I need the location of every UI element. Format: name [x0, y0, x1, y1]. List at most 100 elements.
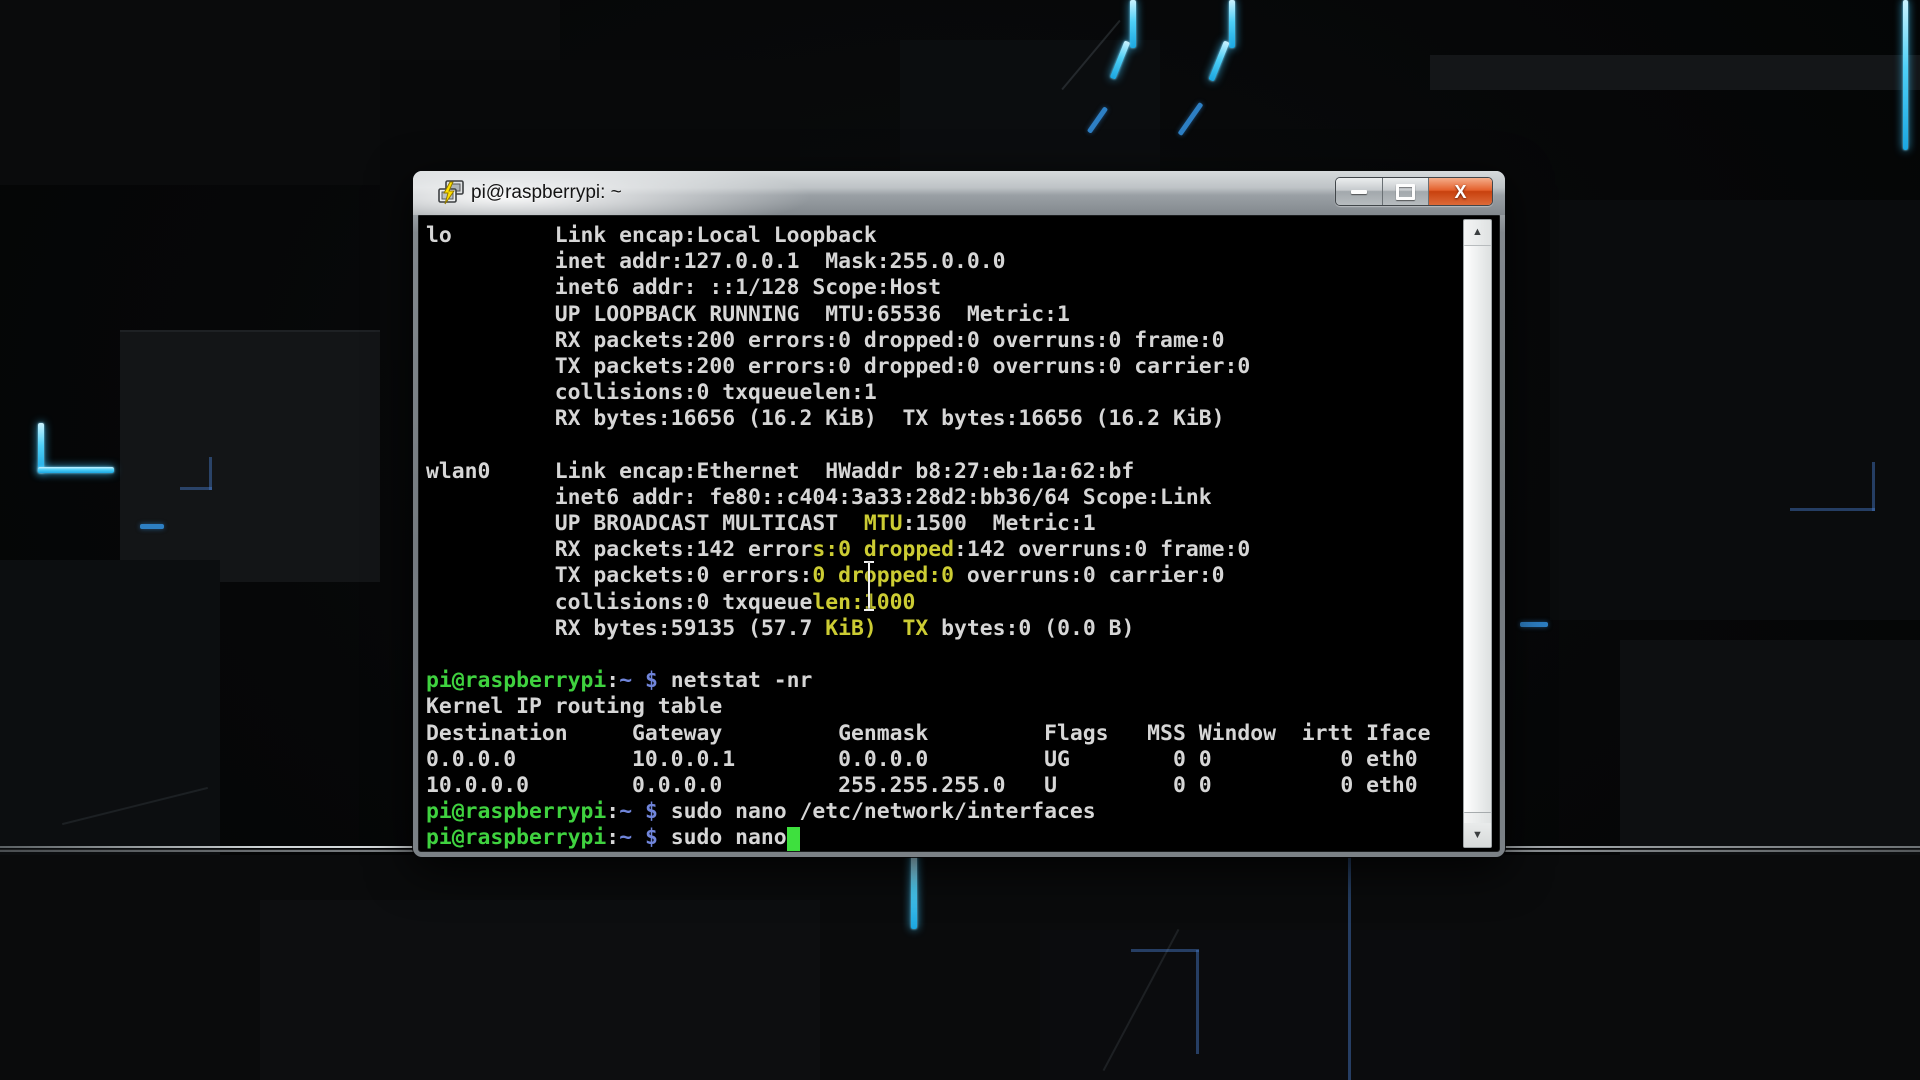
terminal-text-segment: UP LOOPBACK RUNNING MTU:65536 Metric:1: [426, 302, 1070, 327]
terminal-text-segment: :: [606, 668, 619, 693]
close-icon: X: [1454, 183, 1466, 201]
scroll-down-button[interactable]: ▼: [1464, 823, 1491, 847]
terminal-text-segment: Destination Gateway Genmask Flags MSS Wi…: [426, 721, 1431, 746]
terminal-text-segment: inet6 addr: ::1/128 Scope:Host: [426, 275, 941, 300]
bg-panel: [1040, 930, 1460, 1080]
bg-cyan-line: [1130, 0, 1136, 48]
terminal-text-segment: 0 dropped:0: [812, 563, 954, 588]
terminal-line: pi@raspberrypi:~ $ sudo nano: [426, 825, 1459, 851]
window-title-bar[interactable]: pi@raspberrypi: ~ X: [413, 171, 1505, 215]
terminal-line: Destination Gateway Genmask Flags MSS Wi…: [426, 721, 1459, 747]
bg-cyan-bracket: [38, 467, 114, 473]
terminal-line: pi@raspberrypi:~ $ netstat -nr: [426, 668, 1459, 694]
terminal-text-segment: TX packets:200 errors:0 dropped:0 overru…: [426, 354, 1250, 379]
bg-cyan-line: [911, 853, 917, 929]
scroll-up-button[interactable]: ▲: [1464, 220, 1491, 244]
bg-panel: [1430, 55, 1920, 90]
terminal-text-segment: sudo nano: [658, 825, 787, 850]
terminal-line: collisions:0 txqueuelen:1000: [426, 590, 1459, 616]
terminal-text-segment: MTU: [864, 511, 903, 536]
terminal-text-segment: sudo nano /etc/network/interfaces: [658, 799, 1096, 824]
terminal-line: [426, 433, 1459, 459]
bg-cyan-bracket: [38, 423, 44, 473]
bg-cyan-line: [1229, 0, 1235, 48]
bg-cyan-line: [1208, 40, 1229, 81]
terminal-cursor: [787, 827, 800, 852]
close-button[interactable]: X: [1429, 178, 1492, 205]
bg-blue-corner: [180, 487, 212, 490]
terminal-line: inet addr:127.0.0.1 Mask:255.0.0.0: [426, 249, 1459, 275]
terminal-text-segment: pi@raspberrypi: [426, 799, 606, 824]
terminal-text-segment: netstat -nr: [658, 668, 813, 693]
bg-panel: [1550, 200, 1920, 620]
terminal-line: RX bytes:16656 (16.2 KiB) TX bytes:16656…: [426, 406, 1459, 432]
maximize-button[interactable]: [1383, 178, 1429, 205]
terminal-text-segment: ~ $: [619, 668, 658, 693]
terminal-line: 0.0.0.0 10.0.0.1 0.0.0.0 UG 0 0 0 eth0: [426, 747, 1459, 773]
bg-panel: [0, 560, 220, 860]
bg-cyan-dash: [140, 524, 164, 529]
terminal-text-segment: ~ $: [619, 799, 658, 824]
terminal-line: collisions:0 txqueuelen:1: [426, 380, 1459, 406]
bg-panel: [120, 330, 380, 582]
terminal-text-segment: lo Link encap:Local Loopback: [426, 223, 877, 248]
terminal-text-segment: RX bytes:59135 (57.7: [426, 616, 825, 641]
minimize-button[interactable]: [1336, 178, 1383, 205]
terminal-text-segment: collisions:0 txqueuelen:1: [426, 380, 877, 405]
terminal-text-segment: TX packets:0 errors:: [426, 563, 812, 588]
terminal-line: [426, 642, 1459, 668]
terminal-text-segment: RX packets:142 error: [426, 537, 812, 562]
bg-cyan-dash: [1178, 102, 1204, 136]
terminal-text-segment: len:1000: [812, 590, 915, 615]
terminal-text-segment: [877, 616, 903, 641]
bg-blue-corner: [1790, 508, 1875, 511]
terminal-line: RX bytes:59135 (57.7 KiB) TX bytes:0 (0.…: [426, 616, 1459, 642]
terminal-text-segment: collisions:0 txqueue: [426, 590, 812, 615]
bg-blue-corner: [1196, 950, 1199, 1054]
terminal-scrollbar[interactable]: ▲ ▼: [1463, 219, 1492, 848]
terminal-screen[interactable]: lo Link encap:Local Loopback inet addr:1…: [418, 215, 1500, 852]
terminal-line: UP LOOPBACK RUNNING MTU:65536 Metric:1: [426, 302, 1459, 328]
terminal-text-segment: s:0 dropped: [812, 537, 954, 562]
terminal-line: Kernel IP routing table: [426, 694, 1459, 720]
terminal-line: RX packets:200 errors:0 dropped:0 overru…: [426, 328, 1459, 354]
terminal-text-segment: RX bytes:16656 (16.2 KiB) TX bytes:16656…: [426, 406, 1224, 431]
bg-blue-corner: [1872, 462, 1875, 511]
terminal-line: TX packets:0 errors:0 dropped:0 overruns…: [426, 563, 1459, 589]
scrollbar-thumb[interactable]: [1464, 245, 1491, 813]
terminal-text-segment: overruns:0 carrier:0: [954, 563, 1224, 588]
bg-blue-line: [1348, 853, 1351, 1080]
bg-cyan-line: [1903, 0, 1908, 150]
terminal-text-segment: KiB): [825, 616, 877, 641]
terminal-text-segment: :1500 Metric:1: [903, 511, 1096, 536]
maximize-icon: [1396, 184, 1415, 200]
terminal-text-segment: RX packets:200 errors:0 dropped:0 overru…: [426, 328, 1224, 353]
terminal-text-segment: :: [606, 825, 619, 850]
terminal-output: lo Link encap:Local Loopback inet addr:1…: [426, 223, 1459, 852]
terminal-text-segment: ~ $: [619, 825, 658, 850]
terminal-line: inet6 addr: fe80::c404:3a33:28d2:bb36/64…: [426, 485, 1459, 511]
bg-blue-corner: [209, 457, 212, 490]
terminal-text-segment: inet6 addr: fe80::c404:3a33:28d2:bb36/64…: [426, 485, 1212, 510]
terminal-text-segment: UP BROADCAST MULTICAST: [426, 511, 864, 536]
terminal-text-segment: :: [606, 799, 619, 824]
terminal-text-segment: 10.0.0.0 0.0.0.0 255.255.255.0 U 0 0 0 e…: [426, 773, 1418, 798]
terminal-line: RX packets:142 errors:0 dropped:142 over…: [426, 537, 1459, 563]
terminal-text-segment: pi@raspberrypi: [426, 668, 606, 693]
terminal-text-segment: bytes:0 (0.0 B): [928, 616, 1134, 641]
terminal-text-segment: TX: [903, 616, 929, 641]
terminal-text-segment: inet addr:127.0.0.1 Mask:255.0.0.0: [426, 249, 1006, 274]
terminal-line: pi@raspberrypi:~ $ sudo nano /etc/networ…: [426, 799, 1459, 825]
window-controls: X: [1335, 177, 1493, 206]
minimize-icon: [1351, 190, 1367, 194]
terminal-text-segment: Kernel IP routing table: [426, 694, 722, 719]
putty-ssh-icon: [437, 180, 465, 206]
bg-panel: [260, 900, 820, 1080]
terminal-line: lo Link encap:Local Loopback: [426, 223, 1459, 249]
terminal-line: 10.0.0.0 0.0.0.0 255.255.255.0 U 0 0 0 e…: [426, 773, 1459, 799]
terminal-text-segment: :142 overruns:0 frame:0: [954, 537, 1250, 562]
putty-terminal-window: pi@raspberrypi: ~ X lo Link encap:Local …: [413, 171, 1505, 857]
window-title: pi@raspberrypi: ~: [471, 182, 622, 204]
terminal-line: wlan0 Link encap:Ethernet HWaddr b8:27:e…: [426, 459, 1459, 485]
terminal-line: UP BROADCAST MULTICAST MTU:1500 Metric:1: [426, 511, 1459, 537]
